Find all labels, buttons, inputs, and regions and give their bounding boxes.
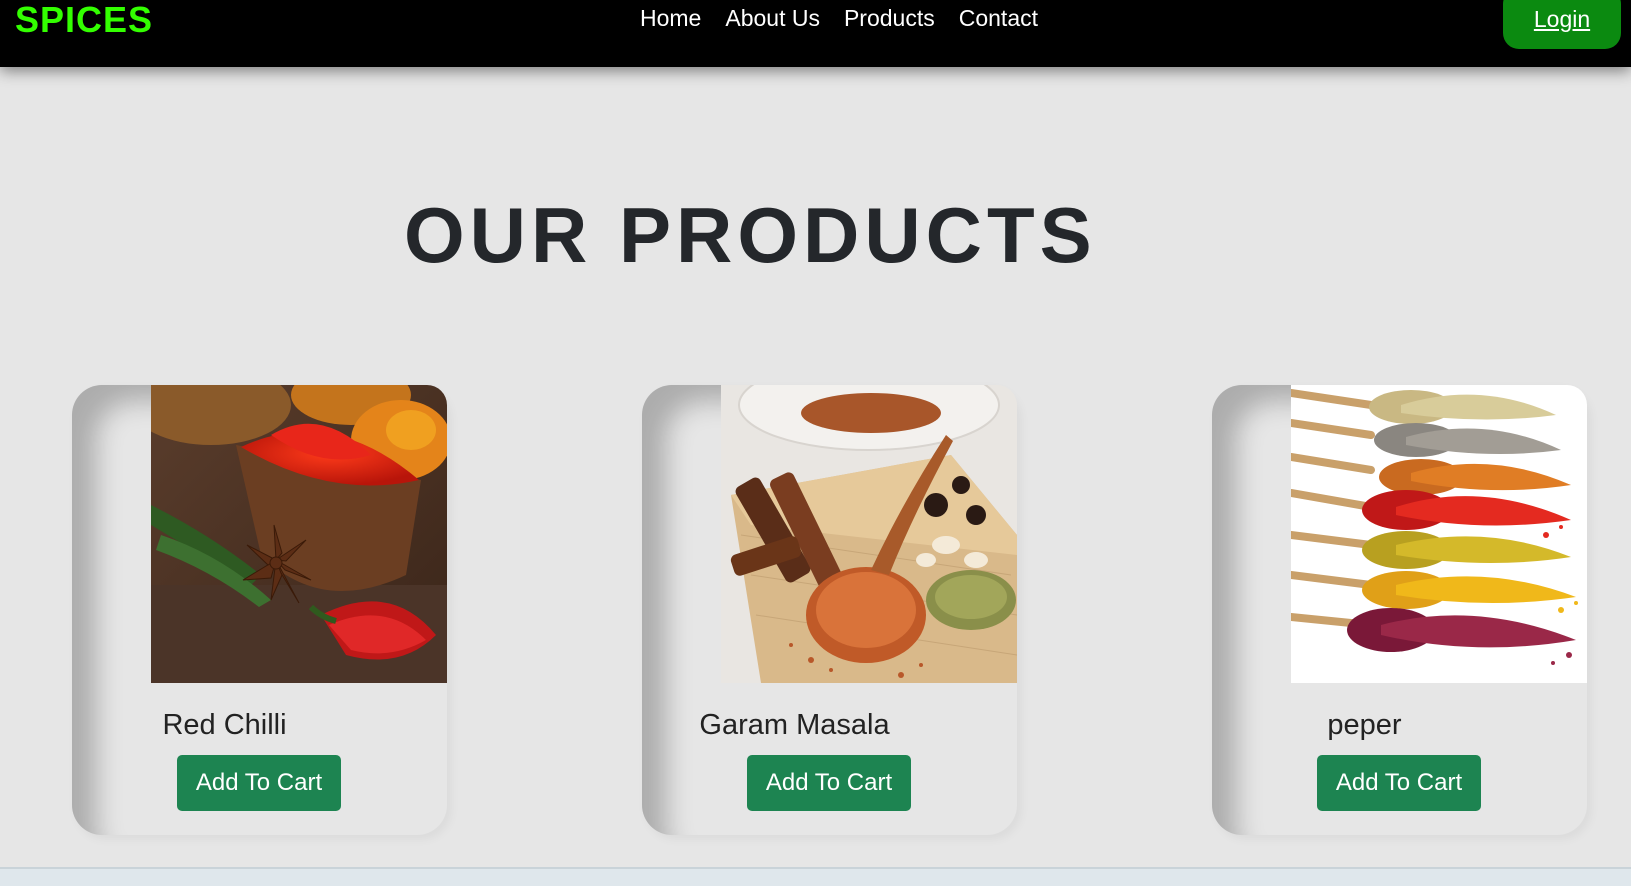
browser-bottom-edge (0, 867, 1631, 886)
login-button[interactable]: Login (1503, 0, 1621, 49)
add-to-cart-button[interactable]: Add To Cart (747, 755, 911, 811)
product-card: Garam Masala Add To Cart (642, 385, 1017, 835)
product-card: Red Chilli Add To Cart (72, 385, 447, 835)
add-to-cart-button[interactable]: Add To Cart (177, 755, 341, 811)
spice-spoons-photo (1291, 385, 1587, 683)
product-name: Red Chilli (162, 709, 287, 741)
nav-link-about-us[interactable]: About Us (725, 4, 820, 32)
product-name: peper (1327, 709, 1402, 741)
nav-link-home[interactable]: Home (640, 4, 701, 32)
add-to-cart-button[interactable]: Add To Cart (1317, 755, 1481, 811)
product-name: Garam Masala (699, 709, 890, 741)
garam-masala-photo (721, 385, 1017, 683)
section-title: OUR PRODUCTS (404, 191, 1097, 279)
nav-links: Home About Us Products Contact (640, 4, 1038, 32)
navbar: SPICES Home About Us Products Contact Lo… (0, 0, 1631, 67)
red-chilli-photo (151, 385, 447, 683)
brand-logo[interactable]: SPICES (15, 0, 153, 42)
product-card: peper Add To Cart (1212, 385, 1587, 835)
nav-link-contact[interactable]: Contact (959, 4, 1038, 32)
nav-link-products[interactable]: Products (844, 4, 935, 32)
